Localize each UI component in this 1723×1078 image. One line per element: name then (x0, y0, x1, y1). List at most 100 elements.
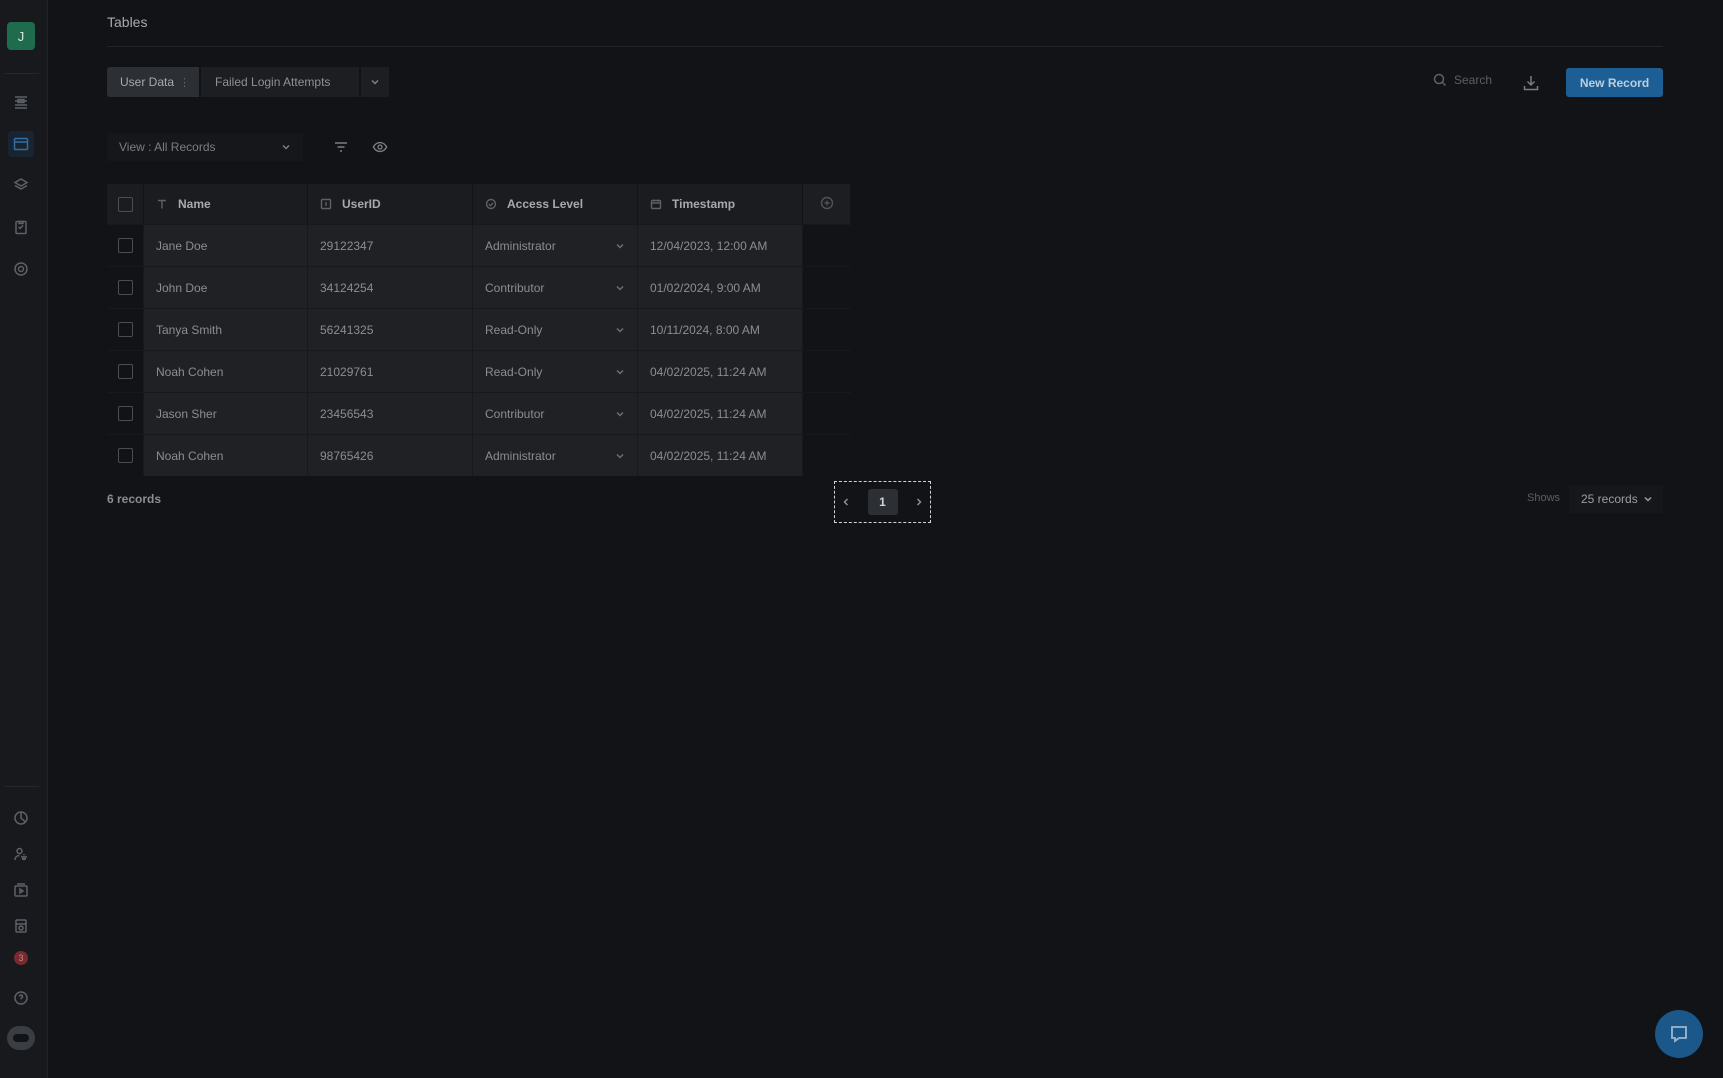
page-title: Tables (107, 14, 148, 30)
access-level-value: Contributor (485, 406, 545, 421)
view-label: View : All Records (119, 140, 216, 154)
eye-icon[interactable] (372, 140, 390, 154)
column-label: UserID (342, 197, 381, 211)
cell-timestamp[interactable]: 04/02/2025, 11:24 AM (638, 351, 803, 392)
list-settings-icon[interactable] (8, 89, 34, 115)
table-row[interactable]: Noah Cohen 21029761 Read-Only 04/02/2025… (107, 350, 851, 392)
row-checkbox[interactable] (117, 322, 133, 337)
notification-badge: 3 (14, 951, 28, 965)
table-row[interactable]: Jason Sher 23456543 Contributor 04/02/20… (107, 392, 851, 434)
filter-icon[interactable] (333, 140, 349, 154)
pie-chart-icon[interactable] (8, 805, 34, 831)
text-type-icon (156, 198, 168, 210)
cell-name[interactable]: Jason Sher (144, 393, 308, 434)
tab-failed-login-attempts[interactable]: Failed Login Attempts (201, 67, 359, 97)
cell-timestamp[interactable]: 01/02/2024, 9:00 AM (638, 267, 803, 308)
cell-timestamp[interactable]: 04/02/2025, 11:24 AM (638, 393, 803, 434)
cell-timestamp[interactable]: 12/04/2023, 12:00 AM (638, 225, 803, 266)
sidebar-divider-bottom (5, 786, 39, 787)
notifications-icon[interactable]: 3 (8, 945, 34, 971)
cell-name[interactable]: Noah Cohen (144, 351, 308, 392)
cell-userid[interactable]: 98765426 (308, 435, 473, 476)
chevron-left-icon[interactable] (841, 497, 851, 507)
cell-name[interactable]: Tanya Smith (144, 309, 308, 350)
clipboard-icon[interactable] (8, 214, 34, 240)
tabs-menu-button[interactable] (361, 67, 389, 97)
shows-label: Shows (1527, 492, 1561, 504)
avatar[interactable]: J (7, 22, 35, 50)
cell-name[interactable]: Jane Doe (144, 225, 308, 266)
table-row[interactable]: Tanya Smith 56241325 Read-Only 10/11/202… (107, 308, 851, 350)
table-row[interactable]: Jane Doe 29122347 Administrator 12/04/20… (107, 224, 851, 266)
layers-icon[interactable] (8, 172, 34, 198)
table-body: Jane Doe 29122347 Administrator 12/04/20… (107, 224, 851, 476)
column-header-access-level[interactable]: Access Level (473, 184, 638, 224)
row-checkbox[interactable] (117, 280, 133, 295)
cell-timestamp[interactable]: 10/11/2024, 8:00 AM (638, 309, 803, 350)
chevron-down-icon (616, 369, 624, 375)
sidebar: J 3 (0, 0, 48, 1078)
access-level-value: Read-Only (485, 322, 543, 337)
pagination: 1 (834, 481, 931, 523)
chevron-down-icon (616, 411, 624, 417)
access-level-value: Administrator (485, 448, 556, 463)
row-checkbox[interactable] (117, 448, 133, 463)
table-row[interactable]: John Doe 34124254 Contributor 01/02/2024… (107, 266, 851, 308)
row-checkbox[interactable] (117, 238, 133, 253)
tab-user-data[interactable]: User Data ⋮ (107, 67, 199, 97)
cell-timestamp[interactable]: 04/02/2025, 11:24 AM (638, 435, 803, 476)
view-select[interactable]: View : All Records (107, 133, 303, 161)
row-checkbox[interactable] (117, 364, 133, 379)
column-header-userid[interactable]: UserID (308, 184, 473, 224)
search-input[interactable]: Search (1454, 73, 1492, 87)
access-level-value: Administrator (485, 238, 556, 253)
app-window: J 3 Tables User Data ⋮ Failed Login Atte… (0, 0, 1723, 1078)
row-checkbox[interactable] (117, 406, 133, 421)
cell-userid[interactable]: 34124254 (308, 267, 473, 308)
cell-access-level[interactable]: Administrator (473, 225, 638, 266)
chevron-down-icon (616, 327, 624, 333)
cell-access-level[interactable]: Administrator (473, 435, 638, 476)
chevron-down-icon (282, 144, 290, 150)
table-row[interactable]: Noah Cohen 98765426 Administrator 04/02/… (107, 434, 851, 476)
add-column-button[interactable] (803, 184, 851, 224)
target-icon[interactable] (8, 256, 34, 282)
cell-userid[interactable]: 23456543 (308, 393, 473, 434)
chevron-down-icon (616, 285, 624, 291)
chevron-right-icon[interactable] (914, 497, 924, 507)
cell-access-level[interactable]: Contributor (473, 393, 638, 434)
download-icon (1523, 76, 1539, 91)
table-icon[interactable] (8, 131, 34, 157)
user-settings-icon[interactable] (8, 841, 34, 867)
download-button[interactable] (1522, 74, 1540, 92)
cell-userid[interactable]: 56241325 (308, 309, 473, 350)
chevron-down-icon (371, 79, 379, 85)
help-icon[interactable] (8, 985, 34, 1011)
select-all-checkbox[interactable] (117, 196, 133, 212)
cell-access-level[interactable]: Read-Only (473, 309, 638, 350)
column-label: Timestamp (672, 197, 736, 211)
cell-access-level[interactable]: Contributor (473, 267, 638, 308)
bot-icon[interactable] (7, 1026, 35, 1050)
new-record-button[interactable]: New Record (1566, 68, 1663, 97)
sidebar-divider (5, 73, 39, 74)
column-header-timestamp[interactable]: Timestamp (638, 184, 803, 224)
cell-name[interactable]: Noah Cohen (144, 435, 308, 476)
cell-userid[interactable]: 29122347 (308, 225, 473, 266)
search-box[interactable]: Search (1433, 73, 1492, 87)
chevron-down-icon (616, 243, 624, 249)
header-divider (107, 46, 1663, 47)
column-label: Name (178, 197, 211, 211)
column-header-name[interactable]: Name (144, 184, 308, 224)
tab-options-icon[interactable]: ⋮ (179, 76, 190, 89)
chat-support-button[interactable] (1655, 1010, 1703, 1058)
cell-userid[interactable]: 21029761 (308, 351, 473, 392)
database-icon[interactable] (8, 913, 34, 939)
cell-name[interactable]: John Doe (144, 267, 308, 308)
per-page-select[interactable]: 25 records (1569, 485, 1663, 513)
media-icon[interactable] (8, 877, 34, 903)
number-type-icon (320, 198, 332, 210)
cell-access-level[interactable]: Read-Only (473, 351, 638, 392)
table-header: Name UserID Access Level Timestamp (107, 184, 851, 224)
page-button-current[interactable]: 1 (867, 489, 898, 515)
